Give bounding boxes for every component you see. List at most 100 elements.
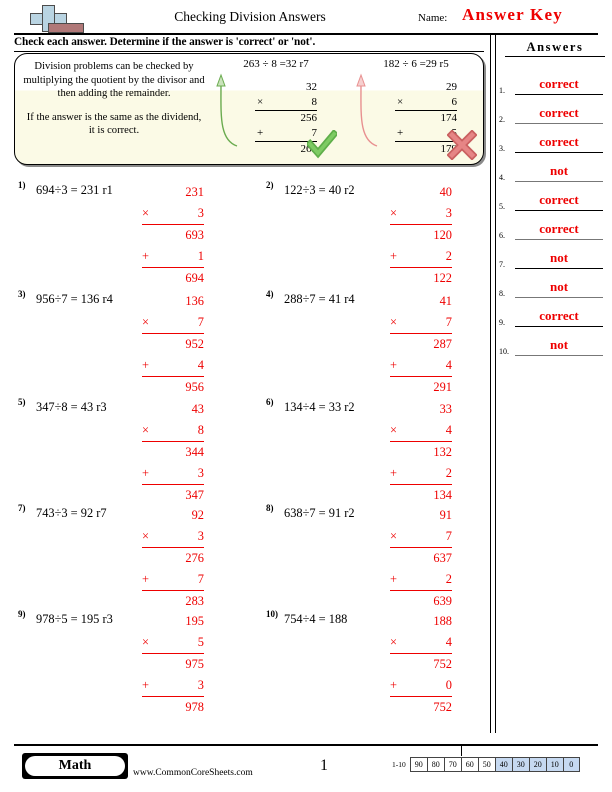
answer-line (515, 152, 603, 153)
work-multiply-row: × 7 (142, 312, 204, 334)
work-multiply-row: × 8 (142, 420, 204, 442)
answer-line (515, 181, 603, 182)
header-divider (14, 33, 598, 35)
problem-work: 231 × 3 693 +1 694 (142, 182, 204, 289)
problem-number: 2) (266, 180, 274, 190)
problem-work: 136 × 7 952 +4 956 (142, 291, 204, 398)
problem-item: 5) 347÷8 = 43 r3 43 × 8 344 +3 347 (14, 397, 259, 502)
answer-index: 4. (499, 173, 505, 182)
work-quotient: 41 (439, 294, 452, 308)
answer-line (515, 268, 603, 269)
problem-expression: 743÷3 = 92 r7 (36, 506, 107, 520)
work-product: 344 (185, 445, 204, 459)
panel-divider-left (490, 33, 491, 733)
answer-line (515, 355, 603, 356)
work-remainder: 0 (445, 678, 452, 692)
problem-number: 6) (266, 397, 274, 407)
problem-number: 7) (18, 503, 26, 513)
work-multiply-row: × 3 (142, 526, 204, 548)
problem-expression: 122÷3 = 40 r2 (284, 183, 355, 197)
scale-cell: 20 (528, 757, 546, 772)
work-product: 752 (433, 657, 452, 671)
problem-work: 188 × 4 752 +0 752 (390, 611, 452, 718)
problem-item: 3) 956÷7 = 136 r4 136 × 7 952 +4 956 (14, 289, 259, 394)
multiply-operator: × (390, 315, 397, 329)
work-add-row: +4 (390, 355, 452, 377)
add-operator: + (390, 466, 397, 480)
problem-expression: 956÷7 = 136 r4 (36, 292, 113, 306)
add-operator: + (142, 572, 149, 586)
example-product: 256 (300, 112, 318, 124)
answer-row: 9. correct (499, 306, 607, 335)
add-operator: + (390, 678, 397, 692)
add-operator: + (142, 358, 149, 372)
answer-key-label: Answer Key (462, 5, 563, 24)
page-number: 1 (320, 757, 328, 774)
work-quotient: 188 (433, 614, 452, 628)
multiply-operator: × (142, 635, 149, 649)
work-quotient: 33 (439, 402, 452, 416)
answer-row: 7. not (499, 248, 607, 277)
answer-line (515, 123, 603, 124)
answer-line (515, 94, 603, 95)
answer-index: 9. (499, 318, 505, 327)
work-remainder: 3 (197, 678, 204, 692)
add-operator: + (142, 678, 149, 692)
instruction-text: Check each answer. Determine if the answ… (14, 36, 316, 48)
problem-number: 3) (18, 289, 26, 299)
work-total: 694 (185, 271, 204, 285)
work-divisor: 3 (445, 206, 452, 220)
problem-item: 7) 743÷3 = 92 r7 92 × 3 276 +7 283 (14, 503, 259, 608)
work-quotient: 136 (185, 294, 204, 308)
problem-number: 4) (266, 289, 274, 299)
scale-cell: 0 (562, 757, 580, 772)
multiply-operator: × (257, 96, 264, 108)
problem-item: 10) 754÷4 = 188 188 × 4 752 +0 752 (262, 609, 507, 714)
work-add-row: +4 (142, 355, 204, 377)
work-product: 132 (433, 445, 452, 459)
work-product: 120 (433, 228, 452, 242)
add-operator: + (390, 358, 397, 372)
answer-row: 10. not (499, 335, 607, 364)
problem-work: 43 × 8 344 +3 347 (142, 399, 204, 506)
example-heading: 263 ÷ 8 =32 r7 (243, 58, 309, 70)
multiply-operator: × (142, 206, 149, 220)
work-remainder: 3 (197, 466, 204, 480)
work-remainder: 4 (445, 358, 452, 372)
name-label: Name: (418, 12, 448, 24)
problem-item: 4) 288÷7 = 41 r4 41 × 7 287 +4 291 (262, 289, 507, 394)
work-product: 975 (185, 657, 204, 671)
example-divisor: 8 (311, 96, 318, 108)
subject-label: Math (25, 756, 125, 776)
add-operator: + (257, 127, 264, 139)
add-operator: + (390, 572, 397, 586)
problem-number: 9) (18, 609, 26, 619)
work-remainder: 1 (197, 249, 204, 263)
multiply-operator: × (142, 315, 149, 329)
work-remainder: 7 (197, 572, 204, 586)
multiply-operator: × (390, 423, 397, 437)
scale-cell: 80 (426, 757, 444, 772)
add-operator: + (390, 249, 397, 263)
multiply-operator: × (390, 635, 397, 649)
score-scale: 1-10 90 80 70 60 50 40 30 20 10 0 (392, 757, 580, 772)
example-multiply-row: × 6 (395, 95, 457, 111)
work-remainder: 4 (197, 358, 204, 372)
work-multiply-row: × 7 (390, 526, 452, 548)
work-add-row: +0 (390, 675, 452, 697)
answer-value: not (549, 337, 569, 352)
answer-row: 6. correct (499, 219, 607, 248)
work-divisor: 3 (197, 206, 204, 220)
work-quotient: 43 (191, 402, 204, 416)
example-sample-2: 182 ÷ 6 =29 r5 29 × 6 174 + 5 179 (351, 58, 481, 160)
example-quotient: 29 (446, 81, 457, 93)
multiply-operator: × (397, 96, 404, 108)
work-remainder: 2 (445, 249, 452, 263)
answer-line (515, 326, 603, 327)
answer-index: 1. (499, 86, 505, 95)
work-quotient: 195 (185, 614, 204, 628)
answer-value: correct (539, 221, 579, 236)
problem-item: 9) 978÷5 = 195 r3 195 × 5 975 +3 978 (14, 609, 259, 714)
work-quotient: 91 (439, 508, 452, 522)
problem-number: 5) (18, 397, 26, 407)
